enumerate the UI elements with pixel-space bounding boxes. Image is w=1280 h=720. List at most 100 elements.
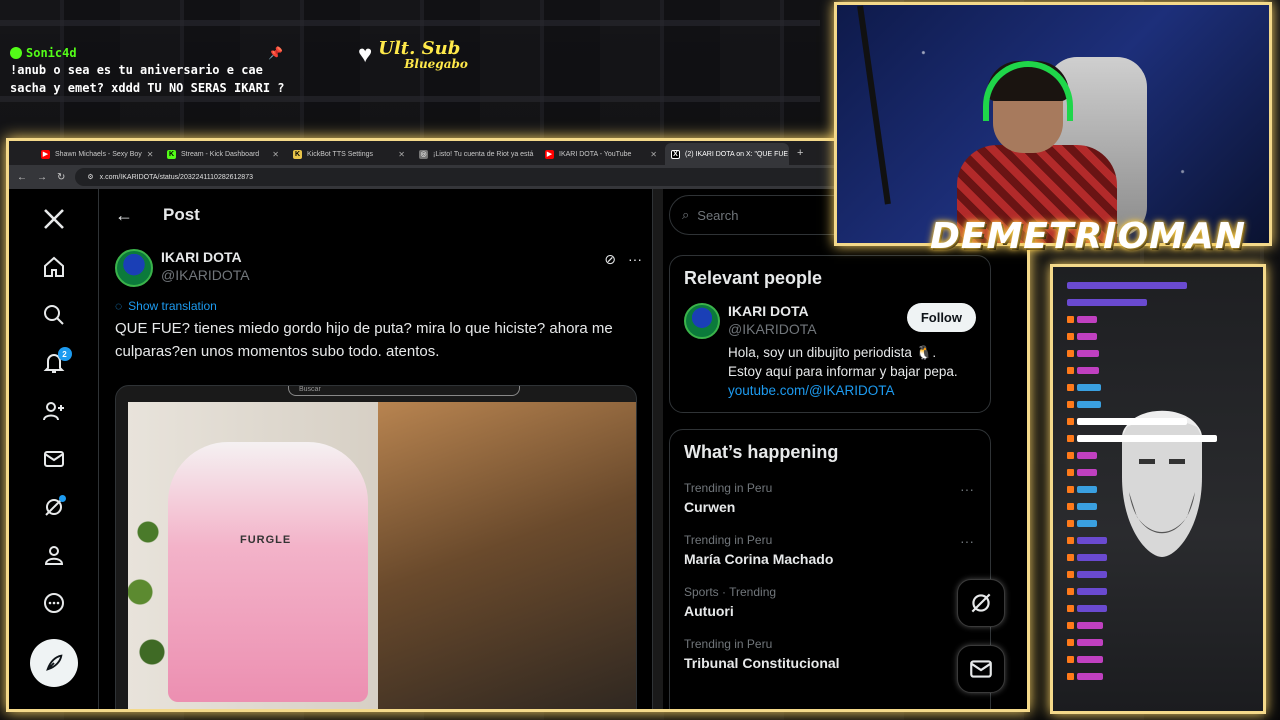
chat-message-line: sacha y emet? xddd TU NO SERAS IKARI ? [10,81,285,95]
chat-line [1053,651,1263,668]
back-icon[interactable]: ← [17,172,27,183]
chat-line [1053,379,1263,396]
chat-line [1053,515,1263,532]
chat-line [1053,566,1263,583]
trend-item[interactable]: Trending in Peru María Corina Machado ··… [684,533,976,567]
x-page: 2 ← Post IKARI DOTA @IKARIDOTA ⊘ ··· ◌ S… [9,189,1027,709]
chat-line [1053,600,1263,617]
grok-fab-button[interactable] [957,579,1005,627]
tab-label: ¡Listo! Tu cuenta de Riot ya está [433,150,534,158]
chat-line [1053,464,1263,481]
pin-icon: 📌 [268,46,283,60]
compose-post-button[interactable] [29,639,78,687]
ult-sub-name: Bluegabo [404,57,468,71]
left-nav: 2 [9,189,99,709]
tab-label: KickBot TTS Settings [307,150,374,158]
author-name[interactable]: IKARI DOTA [161,249,250,265]
relevant-person: IKARI DOTA @IKARIDOTA Hola, soy un dibuj… [684,303,976,400]
profile-icon[interactable] [32,533,76,577]
person-bio: Hola, soy un dibujito periodista 🐧. Esto… [728,343,958,400]
messages-fab-button[interactable] [957,645,1005,693]
close-icon[interactable]: ✕ [398,150,405,159]
kick-icon: K [167,149,176,159]
search-icon: ⌕ [682,207,690,222]
close-icon[interactable]: ✕ [272,150,279,159]
media-image: FURGLE [128,402,636,709]
site-info-icon[interactable]: ⚙ [87,173,93,181]
chat-line [1053,447,1263,464]
close-icon[interactable]: ✕ [650,150,657,159]
chat-lines [1053,277,1263,685]
avatar[interactable] [115,249,153,287]
chat-line [1053,549,1263,566]
chat-username-row: Sonic4d [10,46,310,60]
more-options-icon[interactable]: ··· [960,533,974,549]
more-icon[interactable] [32,581,76,625]
url-text: x.com/IKARIDOTA/status/20322411102826128… [99,173,253,181]
messages-icon[interactable] [32,437,76,481]
new-tab-icon[interactable]: + [791,147,809,159]
browser-tab[interactable]: K Stream - Kick Dashboard ✕ [161,143,285,165]
relevant-people-card: Relevant people IKARI DOTA @IKARIDOTA Ho… [669,255,991,413]
more-options-icon[interactable]: ··· [960,481,974,497]
search-icon[interactable] [32,293,76,337]
trend-item[interactable]: Trending in Peru Curwen ··· [684,481,976,515]
avatar[interactable] [684,303,720,339]
chat-overlay: Sonic4d !anub o sea es tu aniversario e … [10,46,310,96]
kickbot-icon: K [293,149,302,159]
x-icon: X [671,149,680,159]
webcam-feed [834,2,1272,246]
follow-button[interactable]: Follow [906,303,976,332]
chat-line [1053,532,1263,549]
grok-icon[interactable] [32,485,76,529]
chat-username: Sonic4d [26,46,77,60]
chat-message-line: !anub o sea es tu aniversario e cae [10,63,263,77]
tab-label: Shawn Michaels - Sexy Boy [55,150,142,158]
main-scrollbar-track[interactable] [653,189,663,709]
bio-link[interactable]: youtube.com/@IKARIDOTA [728,381,958,400]
chat-line [1053,396,1263,413]
forward-icon[interactable]: → [37,172,47,183]
browser-tab[interactable]: ▶ Shawn Michaels - Sexy Boy ✕ [35,143,159,165]
verified-badge-icon [10,47,22,59]
author-handle[interactable]: @IKARIDOTA [161,267,250,283]
ceiling-beam [0,20,820,26]
browser-tab[interactable]: ◎ ¡Listo! Tu cuenta de Riot ya está ✕ [413,143,537,165]
post-media[interactable]: Buscar FURGLE [115,385,637,709]
chair-brand: FURGLE [240,534,292,546]
back-arrow-icon[interactable]: ← [115,205,133,226]
show-translation-link[interactable]: ◌ Show translation [99,287,652,313]
ult-sub-title: Ult. Sub [378,38,461,59]
chat-line [1053,430,1263,447]
trend-name: María Corina Machado [684,551,834,567]
translate-icon: ◌ [115,299,123,313]
reload-icon[interactable]: ↻ [57,172,65,183]
tab-label: Stream - Kick Dashboard [181,150,260,158]
gaming-chair [168,442,368,702]
browser-tab[interactable]: K KickBot TTS Settings ✕ [287,143,411,165]
chat-line [1053,634,1263,651]
chat-line [1053,583,1263,600]
trend-item[interactable]: Trending in Peru Tribunal Constitucional [684,637,976,671]
tab-label: (2) IKARI DOTA on X: "QUE FUE [685,150,789,158]
media-search-bar: Buscar [288,386,520,396]
trend-item[interactable]: Sports · Trending Autuori [684,585,976,619]
x-logo-icon[interactable] [32,197,76,241]
more-options-icon[interactable]: ··· [628,251,642,268]
chat-line [1053,362,1263,379]
chat-line [1053,668,1263,685]
relevant-people-title: Relevant people [684,268,823,288]
post-text: QUE FUE? tienes miedo gordo hijo de puta… [115,320,613,360]
home-icon[interactable] [32,245,76,289]
follow-icon[interactable] [32,389,76,433]
browser-tab[interactable]: ▶ IKARI DOTA - YouTube ✕ [539,143,663,165]
chat-line [1053,277,1263,294]
ult-sub-widget: ♥ Ult. Sub Bluegabo [358,38,468,71]
close-icon[interactable]: ✕ [147,150,154,159]
grok-icon [971,593,991,613]
chat-line [1053,617,1263,634]
grok-icon[interactable]: ⊘ [604,251,616,268]
youtube-icon: ▶ [545,149,554,159]
notifications-icon[interactable]: 2 [32,341,76,385]
browser-tab-active[interactable]: X (2) IKARI DOTA on X: "QUE FUE ✕ [665,143,789,165]
